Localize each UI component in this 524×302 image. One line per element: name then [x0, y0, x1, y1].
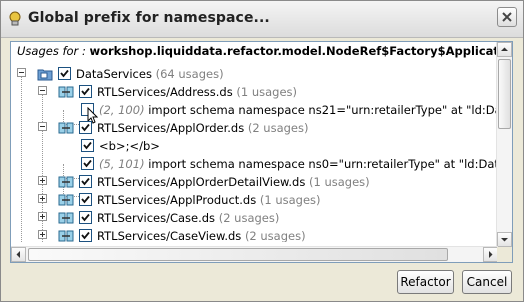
file-checkbox[interactable] [79, 85, 92, 98]
usages-target: workshop.liquiddata.refactor.model.NodeR… [89, 44, 512, 58]
usage-checkbox[interactable] [81, 157, 94, 170]
usages-label: Usages for : [17, 44, 86, 58]
data-service-icon [58, 122, 74, 134]
vertical-scrollbar[interactable] [496, 42, 512, 262]
close-button[interactable] [497, 7, 517, 27]
file-checkbox[interactable] [79, 229, 92, 242]
arrow-right-icon [489, 251, 493, 258]
usage-location: (5, 101) [99, 157, 145, 171]
tree-usage-row[interactable]: (2, 100) import schema namespace ns21="u… [11, 101, 498, 124]
file-label: RTLServices/ApplOrder.ds [97, 121, 245, 135]
collapse-toggle[interactable] [38, 122, 47, 131]
root-checkbox[interactable] [58, 67, 71, 80]
scroll-right-button[interactable] [483, 247, 498, 262]
usages-panel: Usages for : workshop.liquiddata.refacto… [10, 41, 513, 263]
close-icon [502, 12, 512, 22]
expand-toggle[interactable] [38, 194, 47, 203]
data-service-icon [58, 86, 74, 98]
usage-text: import schema namespace ns21="urn:retail… [148, 103, 498, 117]
tree-file-row[interactable]: RTLServices/ApplOrderDetailView.ds (1 us… [11, 173, 498, 191]
file-count: (2 usages) [218, 211, 280, 225]
expand-toggle[interactable] [38, 176, 47, 185]
checkmark-icon [81, 123, 90, 132]
file-label: RTLServices/ApplProduct.ds [97, 193, 257, 207]
collapse-toggle[interactable] [17, 68, 26, 77]
usages-tree: DataServices (64 usages) RTLServices/Add… [11, 62, 498, 242]
file-checkbox[interactable] [79, 193, 92, 206]
file-count: (2 usages) [247, 121, 309, 135]
file-count: (1 usages) [236, 85, 297, 99]
tree-usage-row[interactable]: <b>;</b> [11, 137, 498, 155]
tree-file-row[interactable]: RTLServices/Case.ds (2 usages) [11, 209, 498, 227]
checkmark-icon [83, 159, 92, 168]
checkmark-icon [60, 69, 69, 78]
usage-text: import schema namespace ns0="urn:retaile… [148, 157, 498, 171]
usage-location: (2, 100) [99, 103, 145, 117]
root-count: (64 usages) [155, 67, 224, 81]
tree-usage-row[interactable]: (5, 101) import schema namespace ns0="ur… [11, 155, 498, 173]
data-service-icon [58, 212, 74, 224]
scroll-down-button[interactable] [497, 232, 512, 247]
scroll-left-button[interactable] [11, 247, 26, 262]
tree-file-row[interactable]: RTLServices/Address.ds (1 usages) [11, 83, 498, 101]
collapse-toggle[interactable] [38, 86, 47, 95]
data-service-icon [58, 176, 74, 188]
expand-toggle[interactable] [38, 230, 47, 239]
lamp-app-icon [9, 11, 21, 26]
checkmark-icon [81, 87, 90, 96]
tree-file-row[interactable]: RTLServices/CaseView.ds (2 usages) [11, 227, 498, 242]
file-checkbox[interactable] [79, 175, 92, 188]
file-count: (1 usages) [259, 193, 321, 207]
horizontal-scrollbar[interactable] [11, 246, 498, 262]
vertical-scroll-thumb[interactable] [498, 59, 511, 129]
data-service-icon [58, 230, 74, 242]
checkmark-icon [81, 177, 90, 186]
folder-icon [37, 69, 53, 81]
tree-file-row[interactable]: RTLServices/ApplOrder.ds (2 usages) [11, 119, 498, 137]
file-label: RTLServices/Case.ds [97, 211, 216, 225]
file-count: (1 usages) [309, 175, 370, 189]
tree-file-row[interactable]: RTLServices/ApplProduct.ds (1 usages) [11, 191, 498, 209]
scroll-corner [497, 247, 512, 262]
checkmark-icon [81, 195, 90, 204]
checkmark-icon [83, 141, 92, 150]
expand-toggle[interactable] [38, 212, 47, 221]
title-bar[interactable]: Global prefix for namespace... [1, 1, 523, 38]
file-checkbox[interactable] [79, 121, 92, 134]
checkmark-icon [81, 231, 90, 240]
refactor-button[interactable]: Refactor [397, 270, 454, 294]
arrow-down-icon [501, 238, 508, 242]
cancel-button[interactable]: Cancel [462, 270, 512, 294]
usage-checkbox[interactable] [81, 139, 94, 152]
file-count: (2 usages) [244, 229, 306, 242]
file-checkbox[interactable] [79, 211, 92, 224]
dialog-window: Global prefix for namespace... Usages fo… [0, 0, 524, 302]
scroll-up-button[interactable] [497, 42, 512, 57]
root-label: DataServices [76, 67, 152, 81]
tree-root-row[interactable]: DataServices (64 usages) [11, 65, 498, 83]
dialog-title: Global prefix for namespace... [28, 10, 270, 26]
horizontal-scroll-thumb[interactable] [28, 248, 448, 261]
arrow-left-icon [16, 251, 20, 258]
usage-text: <b>;</b> [99, 139, 160, 153]
arrow-up-icon [501, 47, 508, 51]
file-label: RTLServices/Address.ds [97, 85, 233, 99]
file-label: RTLServices/ApplOrderDetailView.ds [97, 175, 306, 189]
checkmark-icon [81, 213, 90, 222]
data-service-icon [58, 194, 74, 206]
file-label: RTLServices/CaseView.ds [97, 229, 242, 242]
usages-header: Usages for : workshop.liquiddata.refacto… [17, 44, 512, 58]
